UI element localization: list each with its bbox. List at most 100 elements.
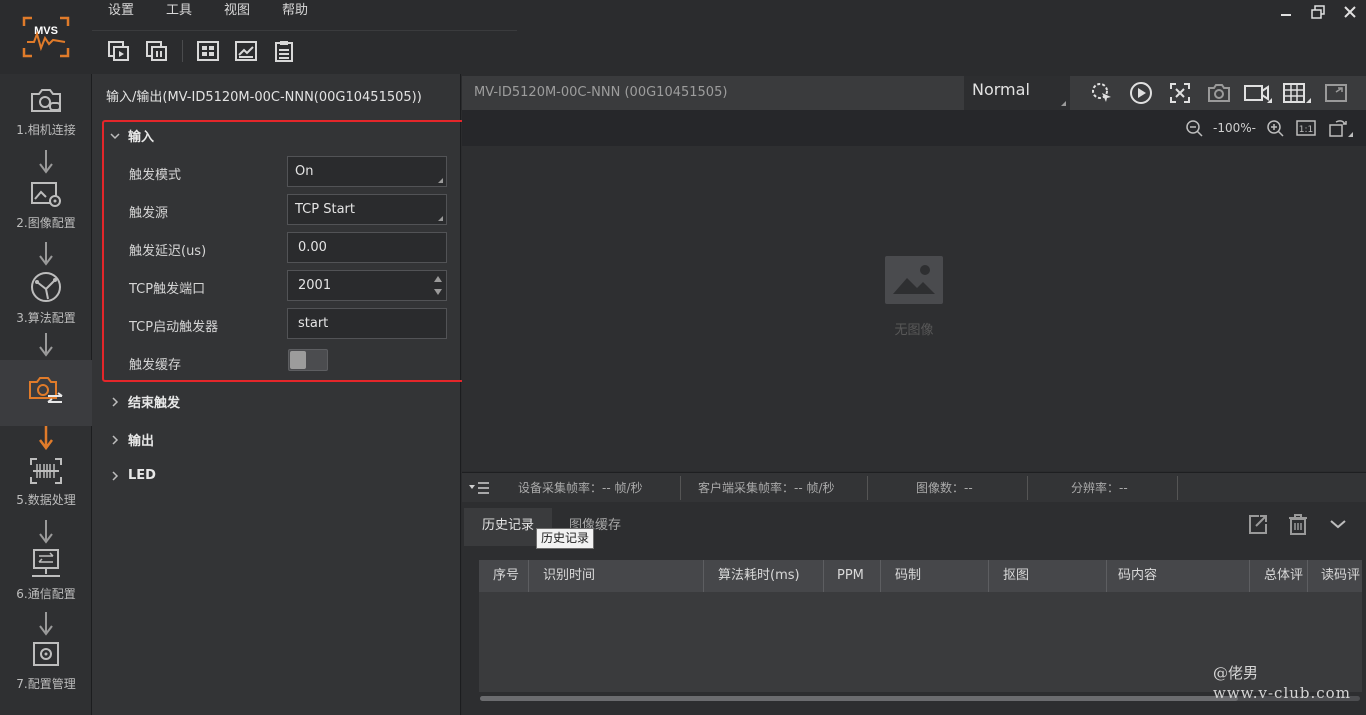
trigger-delay-label: 触发延迟(us) [129,244,207,259]
history-panel: 历史记录 图像缓存 历史记录 序号 识别时间 算法耗时(ms) PPM 码制 抠… [462,502,1366,715]
trigger-cache-label: 触发缓存 [129,358,182,373]
section-label: 输出 [128,434,155,449]
step-label: 5.数据处理 [16,493,76,507]
trigger-source-label: 触发源 [129,206,169,221]
fullscreen-exit-button[interactable] [1160,76,1199,110]
zoom-in-icon [1267,120,1284,137]
step-data-processing[interactable]: 5.数据处理 [0,456,92,516]
step-config-management[interactable]: 7.配置管理 [0,640,92,700]
layout-button[interactable] [189,34,227,68]
section-output-toggle[interactable]: 输出 [110,430,154,449]
zoom-in-button[interactable] [1260,110,1290,146]
grid-overlay-button[interactable] [1277,76,1316,110]
column-header[interactable]: 抠图 [989,560,1107,592]
arrow-down-icon [39,150,53,174]
pip-button[interactable] [1316,76,1355,110]
no-image-icon [885,256,943,304]
camera-io-icon [29,377,63,403]
zoom-out-icon [1186,120,1203,137]
trigger-mode-select[interactable]: On [287,156,447,187]
step-label: 3.算法配置 [16,311,76,325]
actual-size-button[interactable]: 1:1 [1290,110,1322,146]
step-communication-config[interactable]: 6.通信配置 [0,548,92,608]
step-label: 1.相机连接 [16,123,76,137]
spin-up-icon[interactable] [434,276,442,282]
single-capture-button[interactable] [100,34,138,68]
record-button[interactable] [1238,76,1277,110]
tcp-start-label: TCP启动触发器 [129,320,219,335]
column-header[interactable]: 读码评 [1308,560,1362,592]
rotate-button[interactable] [1322,110,1360,146]
column-header[interactable]: 识别时间 [529,560,704,592]
step-algorithm-config[interactable]: 3.算法配置 [0,270,92,330]
spin-down-icon[interactable] [434,289,442,295]
statistics-button[interactable] [227,34,265,68]
column-header[interactable]: 总体评 [1250,560,1308,592]
image-settings-icon [31,182,61,207]
rotate-icon [1329,120,1353,137]
step-image-config[interactable]: 2.图像配置 [0,179,92,239]
tcp-port-value: 2001 [298,278,332,293]
step-camera-connect[interactable]: 1.相机连接 [0,86,92,146]
log-button[interactable] [265,34,303,68]
collapse-icon [1169,83,1190,103]
watermark-site: www.v-club.com [1213,684,1351,702]
roi-select-button[interactable] [1082,76,1121,110]
app-logo: MVS [0,0,92,74]
display-mode-select[interactable]: Normal [964,76,1070,110]
column-header[interactable]: PPM [824,560,881,592]
tooltip: 历史记录 [536,528,595,549]
config-gear-icon [33,642,59,666]
trigger-delay-input[interactable]: 0.00 [287,232,447,263]
camera-icon [1207,84,1230,102]
scrollbar-thumb[interactable] [480,696,1238,701]
menu-toggle-icon[interactable] [468,482,490,494]
divider [867,476,868,500]
play-button[interactable] [1121,76,1160,110]
zoom-out-button[interactable] [1179,110,1209,146]
trigger-source-select[interactable]: TCP Start [287,194,447,225]
dropdown-corner-icon [438,216,443,221]
window-controls [1270,0,1366,24]
dropdown-corner-icon [438,178,443,183]
grid-layout-icon [197,41,219,61]
arrow-down-icon [39,520,53,544]
tcp-port-stepper[interactable]: 2001 [287,270,447,301]
column-header[interactable]: 码制 [881,560,989,592]
export-button[interactable] [1238,508,1278,540]
arrow-down-icon [39,333,53,357]
menu-settings[interactable]: 设置 [92,0,150,22]
camera-link-icon [31,89,61,112]
menu-tools[interactable]: 工具 [150,0,208,22]
step-io-config[interactable] [0,360,92,426]
restore-icon[interactable] [1302,0,1334,24]
chevron-down-icon [1330,520,1346,529]
section-end-trigger-toggle[interactable]: 结束触发 [110,392,180,411]
arrow-down-icon [39,242,53,266]
trigger-cache-toggle[interactable] [288,349,328,371]
chevron-right-icon [112,434,119,445]
zoom-tools: -100%- 1:1 [1179,110,1360,146]
section-input-toggle[interactable]: 输入 [110,126,154,145]
column-header[interactable]: 序号 [479,560,529,592]
section-led-toggle[interactable]: LED [110,468,156,483]
continuous-capture-button[interactable] [138,34,176,68]
minimize-icon[interactable] [1270,0,1302,24]
snapshot-button[interactable] [1199,76,1238,110]
delete-button[interactable] [1278,508,1318,540]
menu-view[interactable]: 视图 [208,0,266,22]
column-header[interactable]: 码内容 [1107,560,1250,592]
tcp-start-value: start [298,316,329,331]
image-count-stat: 图像数：-- [916,481,973,495]
close-icon[interactable] [1334,0,1366,24]
tcp-start-input[interactable]: start [287,308,447,339]
picture-in-picture-icon [1324,84,1347,102]
column-header[interactable]: 算法耗时(ms) [704,560,824,592]
display-mode-value: Normal [972,80,1030,99]
history-tabs: 历史记录 图像缓存 [462,508,1366,546]
collapse-panel-button[interactable] [1318,508,1358,540]
trash-icon [1289,514,1307,535]
menu-help[interactable]: 帮助 [266,0,324,22]
table-header: 序号 识别时间 算法耗时(ms) PPM 码制 抠图 码内容 总体评 读码评 [479,560,1362,592]
image-canvas[interactable]: 无图像 [462,146,1366,471]
